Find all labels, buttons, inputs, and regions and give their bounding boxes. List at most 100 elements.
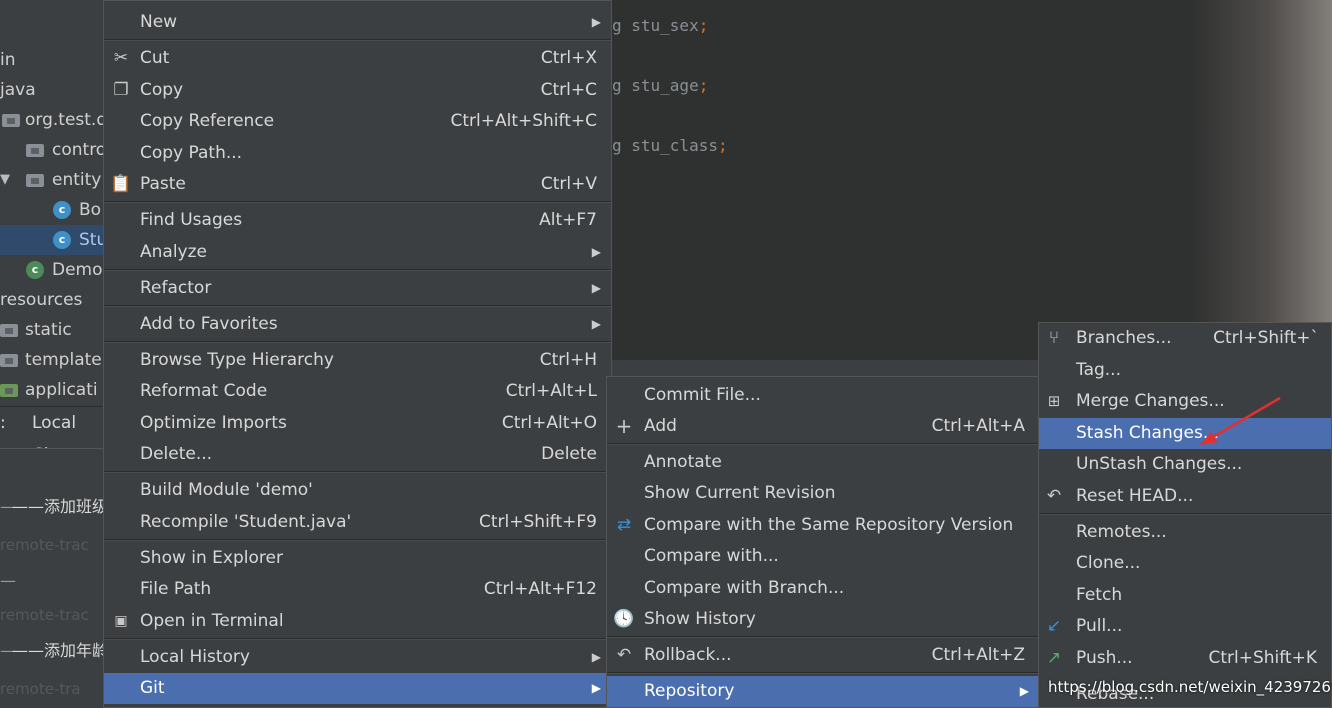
menu-item-open-in-terminal[interactable]: ▣ Open in Terminal — [104, 606, 611, 637]
tool-window-bar: : Local Ch — [0, 406, 104, 465]
menu-item-tag[interactable]: Tag... — [1039, 355, 1331, 386]
merge-icon: ⊞ — [1047, 392, 1061, 410]
menu-separator — [1039, 513, 1331, 515]
menu-item-local-history[interactable]: Local History ▶ — [104, 642, 611, 673]
tree-item-class-student[interactable]: c Stu — [0, 225, 104, 255]
tree-item-class-bo[interactable]: c Bo — [0, 195, 104, 225]
log-ref-label: remote-trac — [0, 606, 89, 624]
expand-arrow-icon[interactable]: ▼ — [0, 165, 10, 195]
menu-separator — [104, 539, 611, 541]
package-folder-icon — [26, 174, 44, 187]
menu-item-new[interactable]: New ▶ — [104, 7, 611, 38]
menu-item-copy[interactable]: ❐ Copy Ctrl+C — [104, 75, 611, 106]
menu-item-reset-head[interactable]: ↶ Reset HEAD... — [1039, 481, 1331, 512]
menu-separator — [607, 672, 1039, 674]
tree-item-package[interactable]: org.test.d — [0, 105, 104, 135]
menu-item-unstash-changes[interactable]: UnStash Changes... — [1039, 449, 1331, 480]
menu-separator — [104, 269, 611, 271]
tree-item-java[interactable]: java — [0, 75, 104, 105]
config-file-icon — [0, 384, 18, 397]
folder-icon — [0, 354, 18, 367]
menu-item-compare-same-repo-version[interactable]: ⇄ Compare with the Same Repository Versi… — [607, 510, 1039, 541]
package-folder-icon — [2, 114, 20, 127]
tree-item-static[interactable]: static — [0, 315, 104, 345]
menu-item-push[interactable]: ↗ Push... Ctrl+Shift+K — [1039, 643, 1331, 674]
menu-item-copy-path[interactable]: Copy Path... — [104, 138, 611, 169]
plus-icon: + — [615, 414, 633, 438]
submenu-arrow-icon: ▶ — [591, 245, 601, 259]
tree-item-demo[interactable]: c Demo — [0, 255, 104, 285]
pull-arrow-icon: ↙ — [1046, 616, 1062, 636]
menu-item-add[interactable]: + Add Ctrl+Alt+A — [607, 411, 1039, 442]
compare-icon: ⇄ — [616, 515, 632, 535]
menu-item-rollback[interactable]: ↶ Rollback... Ctrl+Alt+Z — [607, 640, 1039, 671]
clipboard-icon: 📋 — [110, 174, 132, 194]
vcs-log-panel: — ——添加班级 remote-trac — remote-trac — ——添… — [0, 448, 108, 708]
menu-separator — [607, 443, 1039, 445]
menu-separator — [607, 636, 1039, 638]
code-line: g stu_class; — [612, 136, 728, 155]
menu-item-file-path[interactable]: File Path Ctrl+Alt+F12 — [104, 574, 611, 605]
menu-item-annotate[interactable]: Annotate — [607, 447, 1039, 478]
menu-item-compare-with[interactable]: Compare with... — [607, 541, 1039, 572]
project-context-menu: New ▶ ✂ Cut Ctrl+X ❐ Copy Ctrl+C Copy Refer… — [103, 0, 612, 708]
menu-item-commit-file[interactable]: Commit File... — [607, 380, 1039, 411]
tree-item-entity[interactable]: ▼ entity — [0, 165, 104, 195]
package-folder-icon — [26, 144, 44, 157]
menu-item-git[interactable]: Git ▶ — [104, 673, 611, 704]
menu-separator — [104, 305, 611, 307]
menu-item-pull[interactable]: ↙ Pull... — [1039, 611, 1331, 642]
menu-item-refactor[interactable]: Refactor ▶ — [104, 273, 611, 304]
folder-icon — [0, 324, 18, 337]
undo-icon: ↶ — [616, 645, 632, 665]
log-entry-marker: — — [0, 571, 16, 590]
submenu-arrow-icon: ▶ — [591, 681, 601, 695]
submenu-arrow-icon: ▶ — [591, 281, 601, 295]
submenu-arrow-icon: ▶ — [591, 317, 601, 331]
menu-separator — [104, 638, 611, 640]
submenu-arrow-icon: ▶ — [591, 650, 601, 664]
menu-item-clone[interactable]: Clone... — [1039, 548, 1331, 579]
tree-item-application[interactable]: applicati — [0, 375, 104, 405]
annotation-arrow-icon — [1200, 396, 1281, 445]
background-photo — [1192, 0, 1332, 360]
log-ref-label: remote-trac — [0, 536, 89, 554]
code-line: g stu_sex; — [612, 16, 709, 35]
menu-item-find-usages[interactable]: Find Usages Alt+F7 — [104, 205, 611, 236]
push-arrow-icon: ↗ — [1046, 648, 1062, 668]
tree-item-templates[interactable]: template — [0, 345, 104, 375]
menu-item-show-current-revision[interactable]: Show Current Revision — [607, 478, 1039, 509]
menu-item-recompile[interactable]: Recompile 'Student.java' Ctrl+Shift+F9 — [104, 507, 611, 538]
menu-item-fetch[interactable]: Fetch — [1039, 580, 1331, 611]
watermark-url: https://blog.csdn.net/weixin_42397269 — [1048, 678, 1332, 696]
menu-item-delete[interactable]: Delete... Delete — [104, 439, 611, 470]
tree-item-resources[interactable]: resources — [0, 285, 104, 315]
menu-item-show-history[interactable]: 🕓 Show History — [607, 604, 1039, 635]
menu-item-add-to-favorites[interactable]: Add to Favorites ▶ — [104, 309, 611, 340]
menu-item-paste[interactable]: 📋 Paste Ctrl+V — [104, 169, 611, 200]
undo-icon: ↶ — [1046, 486, 1062, 506]
submenu-arrow-icon: ▶ — [591, 15, 601, 29]
menu-item-copy-reference[interactable]: Copy Reference Ctrl+Alt+Shift+C — [104, 106, 611, 137]
menu-separator — [104, 341, 611, 343]
menu-item-remotes[interactable]: Remotes... — [1039, 517, 1331, 548]
code-editor[interactable]: g stu_sex; g stu_age; g stu_class; — [612, 0, 1332, 360]
menu-item-build-module[interactable]: Build Module 'demo' — [104, 475, 611, 506]
menu-item-show-in-explorer[interactable]: Show in Explorer — [104, 543, 611, 574]
menu-item-analyze[interactable]: Analyze ▶ — [104, 237, 611, 268]
submenu-arrow-icon: ▶ — [1019, 684, 1029, 698]
menu-item-reformat-code[interactable]: Reformat Code Ctrl+Alt+L — [104, 376, 611, 407]
tree-item-controller[interactable]: contro — [0, 135, 104, 165]
menu-item-repository[interactable]: Repository ▶ — [607, 676, 1039, 707]
log-ref-label: remote-tra — [0, 680, 81, 698]
menu-item-cut[interactable]: ✂ Cut Ctrl+X — [104, 43, 611, 74]
class-icon: c — [53, 201, 71, 219]
menu-item-compare-with-branch[interactable]: Compare with Branch... — [607, 573, 1039, 604]
terminal-icon: ▣ — [114, 613, 128, 629]
menu-item-browse-type-hierarchy[interactable]: Browse Type Hierarchy Ctrl+H — [104, 345, 611, 376]
copy-icon: ❐ — [113, 80, 129, 100]
menu-item-optimize-imports[interactable]: Optimize Imports Ctrl+Alt+O — [104, 408, 611, 439]
spring-class-icon: c — [26, 261, 44, 279]
tree-item-main[interactable]: in — [0, 45, 104, 75]
menu-item-branches[interactable]: ⑂ Branches... Ctrl+Shift+` — [1039, 323, 1331, 354]
